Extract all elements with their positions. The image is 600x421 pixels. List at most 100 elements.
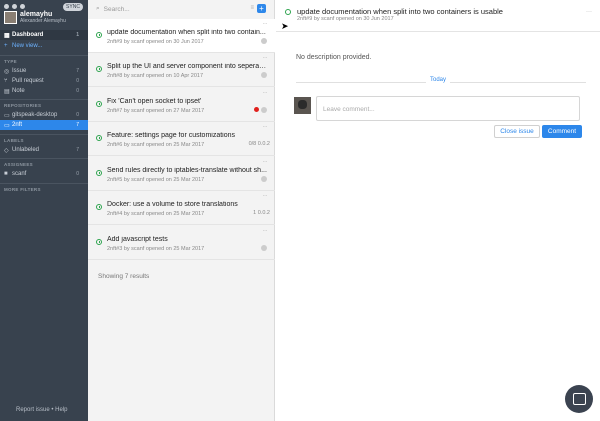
sidebar-item-dashboard[interactable]: ▦ Dashboard 1 — [0, 30, 88, 40]
divider — [0, 55, 88, 56]
sidebar-item-assignee-scanf[interactable]: ■ scanf 0 — [0, 169, 88, 179]
user-avatar-icon: ■ — [4, 171, 8, 177]
assignee-icon — [261, 38, 267, 44]
list-item-title: Send rules directly to iptables-translat… — [107, 167, 267, 174]
assignee-icon — [261, 176, 267, 182]
repositories-section-header: REPOSITORIES — [4, 103, 42, 108]
more-icon[interactable]: ··· — [263, 90, 268, 96]
open-issue-icon — [96, 101, 102, 107]
search-input[interactable]: Search... — [104, 6, 130, 13]
list-item[interactable]: ··· Feature: settings page for customiza… — [88, 122, 275, 156]
list-item-title: Split up the UI and server component int… — [107, 63, 267, 70]
issue-subtitle: 2nft#9 by scanf opened on 30 Jun 2017 — [297, 16, 394, 22]
timeline-date-label: Today — [426, 77, 451, 83]
sidebar-item-label: Note — [12, 88, 25, 94]
list-item-subtitle: 2nft#5 by scanf opened on 25 Mar 2017 — [107, 177, 205, 183]
new-view-label: New view... — [12, 43, 43, 49]
open-issue-icon — [96, 239, 102, 245]
more-icon[interactable]: ··· — [586, 9, 592, 15]
sidebar-item-note[interactable]: ▤ Note 0 — [0, 86, 88, 96]
sidebar-item-issue[interactable]: ◎ Issue 7 — [0, 66, 88, 76]
sidebar-item-count: 0 — [76, 88, 79, 94]
sidebar-item-count: 0 — [76, 78, 79, 84]
search-bar: ⌕ Search... ≡ + — [96, 4, 268, 14]
note-icon: ▤ — [4, 88, 10, 95]
sidebar-item-count: 1 — [76, 32, 79, 38]
open-issue-icon — [96, 170, 102, 176]
minimize-window-icon[interactable] — [12, 4, 17, 9]
list-item-title: Fix 'Can't open socket to ipset' — [107, 98, 202, 105]
close-issue-button[interactable]: Close issue — [494, 125, 540, 138]
list-item-title: Docker: use a volume to store translatio… — [107, 201, 238, 208]
open-issue-icon — [96, 66, 102, 72]
sidebar-item-label: Issue — [12, 68, 27, 74]
user-profile[interactable]: alemayhu Alexander Alemayhu — [4, 11, 66, 24]
results-count: Showing 7 results — [98, 273, 150, 280]
list-item[interactable]: ··· Docker: use a volume to store transl… — [88, 191, 275, 225]
sidebar-item-repo-2nft[interactable]: ▭ 2nft 7 — [0, 120, 88, 130]
sidebar-item-label: scanf — [12, 171, 27, 177]
add-button[interactable]: + — [257, 4, 266, 13]
label-dot-icon — [254, 107, 259, 112]
issue-header: update documentation when split into two… — [276, 0, 600, 32]
list-item[interactable]: ··· Split up the UI and server component… — [88, 53, 275, 87]
sidebar-item-count: 7 — [76, 122, 79, 128]
pull-request-icon: ⑂ — [4, 78, 8, 84]
avatar — [294, 97, 311, 114]
list-item-subtitle: 2nft#7 by scanf opened on 27 Mar 2017 — [107, 108, 205, 114]
user-full-name: Alexander Alemayhu — [20, 18, 66, 24]
new-view-button[interactable]: + New view... — [0, 41, 88, 51]
list-item-title: Feature: settings page for customization… — [107, 132, 236, 139]
list-item[interactable]: ··· update documentation when split into… — [88, 19, 275, 53]
list-item-subtitle: 2nft#3 by scanf opened on 25 Mar 2017 — [107, 246, 205, 252]
assignees-section-header: ASSIGNEES — [4, 162, 33, 167]
list-item[interactable]: ··· Fix 'Can't open socket to ipset' 2nf… — [88, 88, 275, 122]
mouse-cursor-icon: ➤ — [281, 21, 289, 31]
chat-icon[interactable] — [565, 385, 593, 413]
assignee-icon — [261, 245, 267, 251]
divider — [0, 134, 88, 135]
sidebar-item-count: 7 — [76, 147, 79, 153]
close-window-icon[interactable] — [4, 4, 9, 9]
issue-title: update documentation when split into two… — [297, 7, 503, 16]
window-controls — [4, 4, 25, 9]
divider — [0, 158, 88, 159]
list-item-subtitle: 2nft#6 by scanf opened on 25 Mar 2017 — [107, 142, 205, 148]
open-issue-icon — [285, 9, 291, 15]
sidebar-item-count: 7 — [76, 68, 79, 74]
sync-badge[interactable]: SYNC — [63, 3, 83, 11]
list-item[interactable]: ··· Add javascript tests 2nft#3 by scanf… — [88, 226, 275, 260]
more-icon[interactable]: ··· — [263, 159, 268, 165]
maximize-window-icon[interactable] — [20, 4, 25, 9]
divider — [0, 183, 88, 184]
labels-section-header: LABELS — [4, 138, 24, 143]
more-icon[interactable]: ··· — [263, 124, 268, 130]
sidebar-item-repo-gitspeak-desktop[interactable]: ▭ gitspeak-desktop 0 — [0, 110, 88, 120]
filter-icon[interactable]: ≡ — [250, 5, 254, 11]
more-icon[interactable]: ··· — [263, 21, 268, 27]
more-icon[interactable]: ··· — [263, 193, 268, 199]
sidebar-item-label: Unlabeled — [12, 147, 40, 153]
sidebar-item-unlabeled[interactable]: ◇ Unlabeled 7 — [0, 145, 88, 155]
list-item-meta: 1 0.0.2 — [253, 210, 270, 216]
more-filters-button[interactable]: MORE FILTERS — [4, 187, 41, 192]
list-item[interactable]: ··· Send rules directly to iptables-tran… — [88, 157, 275, 191]
sidebar-item-label: 2nft — [12, 122, 23, 128]
search-icon: ⌕ — [96, 5, 100, 12]
list-item-meta: 0/8 0.0.2 — [248, 141, 270, 147]
more-icon[interactable]: ··· — [263, 228, 268, 234]
report-issue-help-link[interactable]: Report issue • Help — [16, 407, 67, 413]
comment-button[interactable]: Comment — [542, 125, 582, 138]
sidebar-item-label: Pull request — [12, 78, 44, 84]
list-item-subtitle: 2nft#4 by scanf opened on 25 Mar 2017 — [107, 211, 205, 217]
more-icon[interactable]: ··· — [263, 55, 268, 61]
open-issue-icon — [96, 204, 102, 210]
sidebar-item-count: 0 — [76, 171, 79, 177]
sidebar: SYNC alemayhu Alexander Alemayhu ▦ Dashb… — [0, 0, 88, 421]
sidebar-item-pull-request[interactable]: ⑂ Pull request 0 — [0, 76, 88, 86]
comment-input[interactable]: Leave comment... — [316, 96, 580, 121]
open-issue-icon — [96, 32, 102, 38]
list-item-subtitle: 2nft#9 by scanf opened on 30 Jun 2017 — [107, 39, 204, 45]
repo-icon: ▭ — [4, 122, 10, 129]
tag-icon: ◇ — [4, 147, 9, 154]
